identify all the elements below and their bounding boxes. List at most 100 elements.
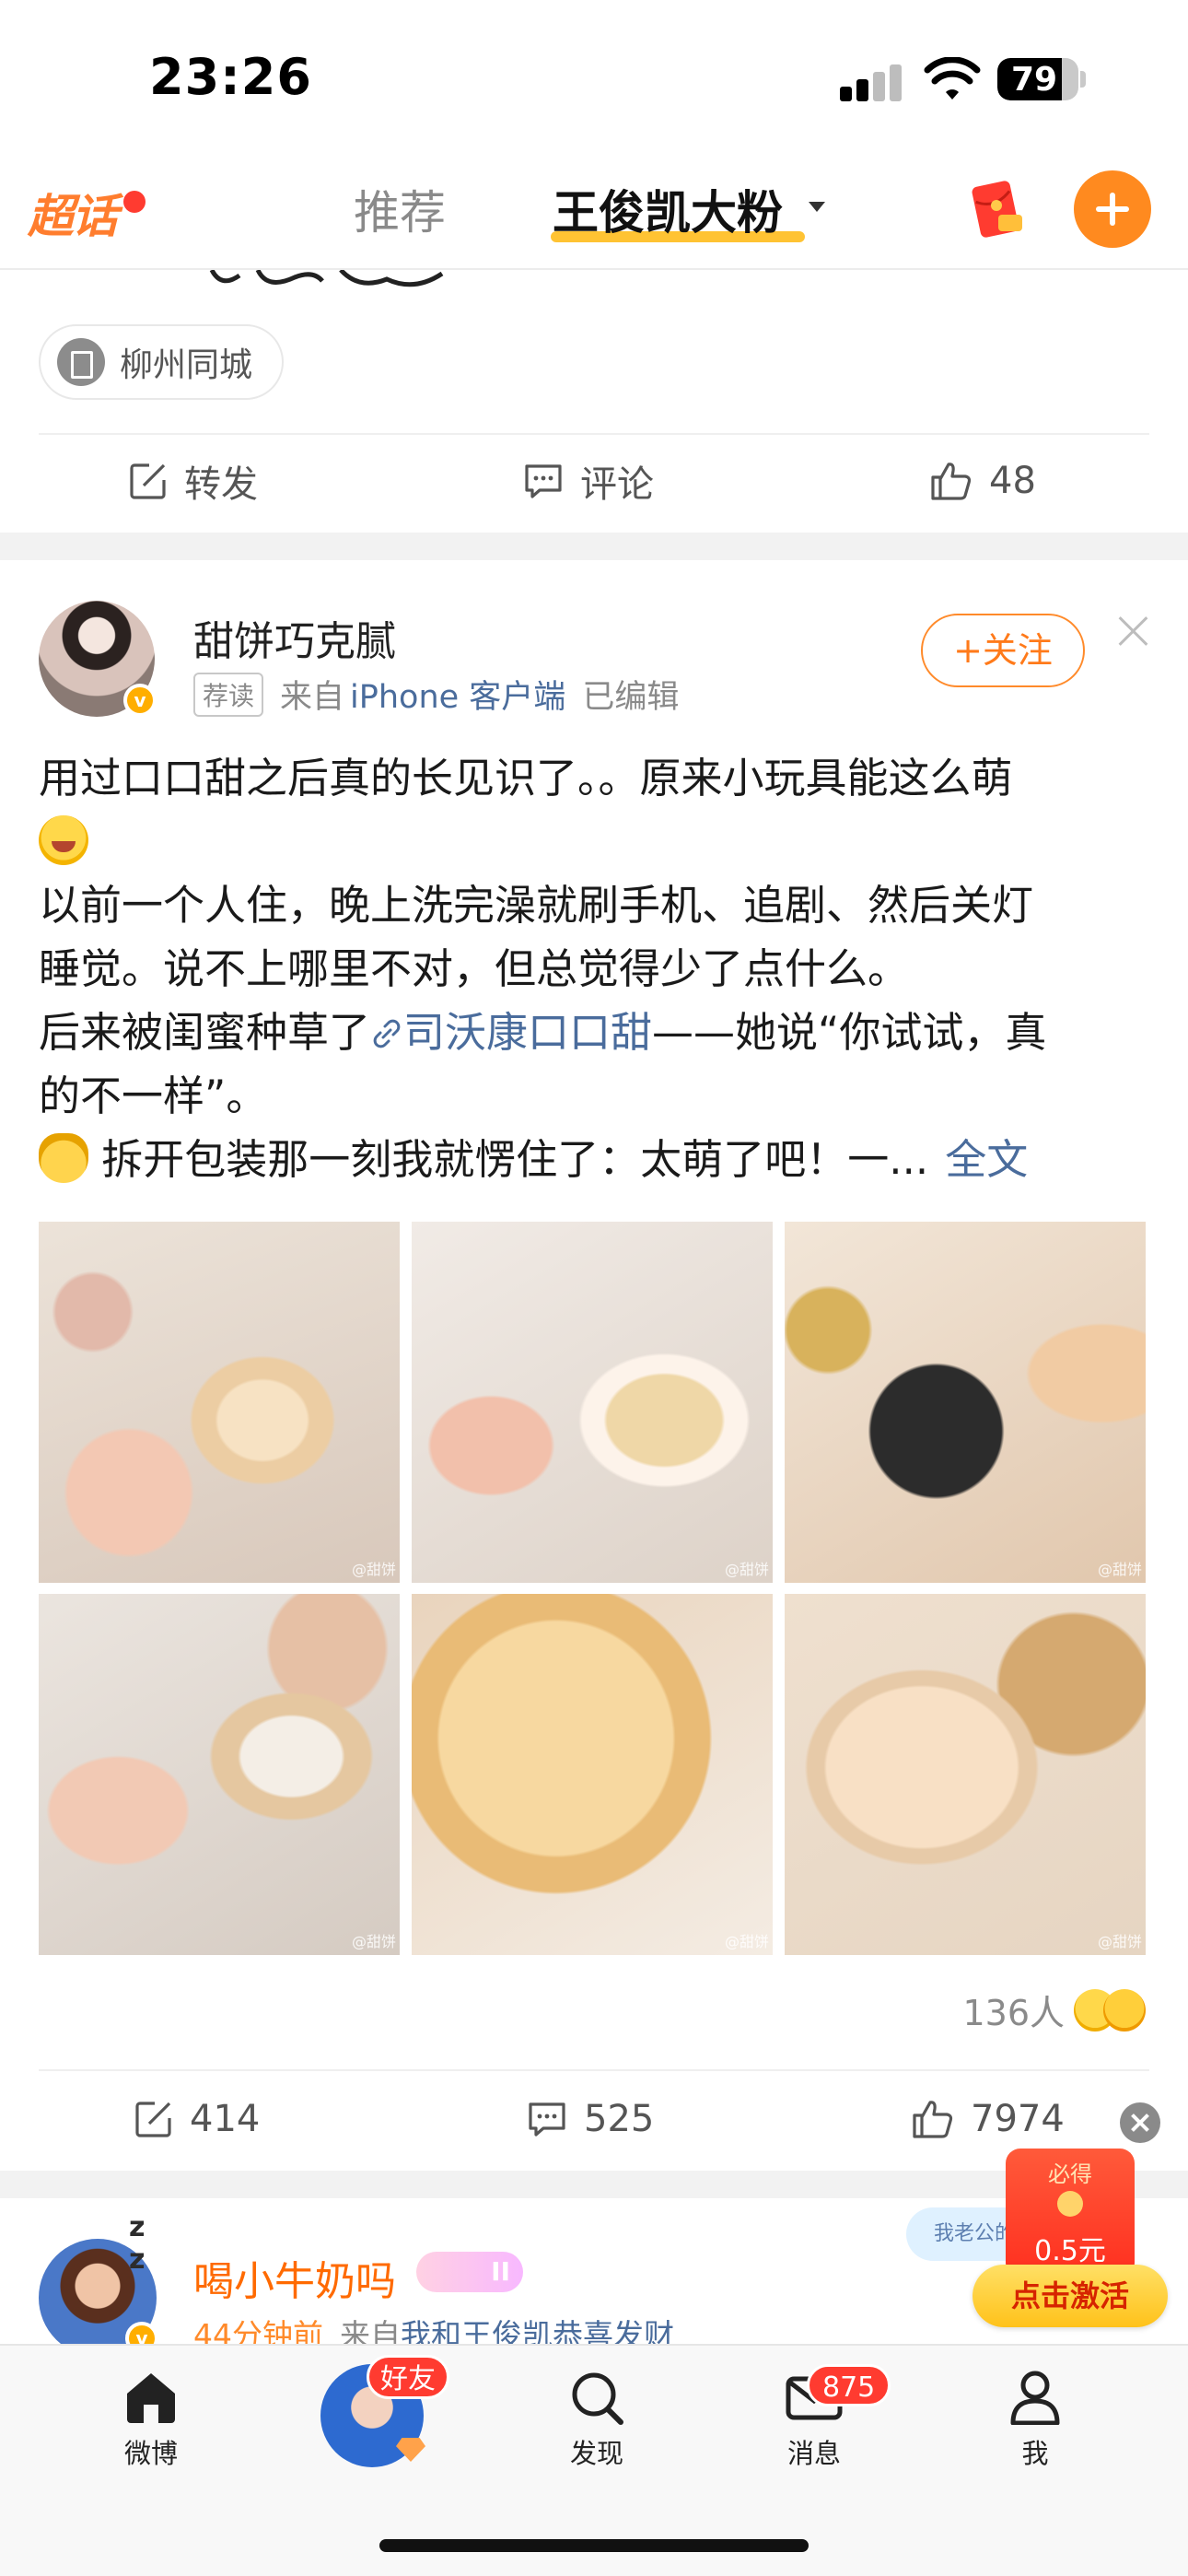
comment-count: 525	[584, 2098, 655, 2140]
status-time: 23:26	[149, 48, 312, 106]
post-line: 睡觉。说不上哪里不对，但总觉得少了点什么。	[39, 944, 910, 993]
plus-icon[interactable]	[1074, 170, 1151, 248]
promo-top-label: 必得	[1048, 2161, 1092, 2187]
building-icon	[57, 338, 105, 386]
prev-post-action-bar: 转发 评论 48	[0, 435, 1188, 527]
post-photo[interactable]: @甜饼	[412, 1594, 773, 1955]
smile-emoji-icon	[39, 815, 88, 865]
edit-icon	[135, 2102, 171, 2137]
post-meta: 荐读 来自 iPhone 客户端 已编辑	[193, 671, 679, 718]
sleep-icon: zz	[129, 2211, 146, 2276]
post-photo[interactable]: @甜饼	[785, 1222, 1146, 1583]
tab-recommend[interactable]: 推荐	[354, 176, 446, 242]
thumbs-up-icon	[913, 2101, 953, 2138]
supertopic-logo[interactable]: 超话	[28, 172, 146, 246]
feed-separator	[0, 533, 1188, 560]
tab-label: 微博	[123, 2438, 178, 2469]
signal-icon	[840, 64, 904, 101]
full-text-link[interactable]: 全文	[945, 1135, 1028, 1184]
home-indicator[interactable]	[379, 2539, 809, 2552]
repost-button[interactable]: 转发	[129, 435, 258, 527]
post-photo[interactable]: @甜饼	[39, 1222, 400, 1583]
source-link[interactable]: iPhone 客户端	[350, 671, 565, 718]
promo-amount: 0.5元	[1034, 2235, 1106, 2267]
person-icon	[1010, 2371, 1060, 2425]
friends-badge: 好友	[367, 2355, 449, 2399]
photo-watermark: @甜饼	[724, 1561, 769, 1578]
home-icon	[127, 2373, 175, 2423]
tab-me[interactable]: 我	[971, 2370, 1100, 2471]
location-label: 柳州同城	[120, 346, 253, 384]
like-button[interactable]: 48	[930, 435, 1036, 527]
message-count-badge: 875	[807, 2364, 891, 2406]
post-username[interactable]: 甜饼巧克腻	[193, 608, 396, 667]
post-line-emoji	[39, 810, 1149, 873]
photo-watermark: @甜饼	[1097, 1561, 1142, 1578]
edited-label: 已编辑	[582, 679, 680, 716]
post-body: 用过口口甜之后真的长见识了。。原来小玩具能这么萌 以前一个人住，晚上洗完澡就刷手…	[39, 746, 1149, 1191]
repost-button[interactable]: 414	[134, 2073, 260, 2165]
comment-button[interactable]: 评论	[523, 435, 654, 527]
tab-label: 消息	[786, 2438, 841, 2469]
wifi-icon	[924, 57, 981, 100]
repost-count: 414	[190, 2098, 261, 2140]
tab-discover[interactable]: 发现	[532, 2370, 661, 2471]
post-line: 后来被闺蜜种草了 司沃康口口甜——她说“你试试，真	[39, 1001, 1149, 1064]
post-image-fragment	[209, 270, 444, 287]
close-icon[interactable]	[1118, 615, 1149, 647]
post-text-segment: ——她说“你试试，真	[652, 1008, 1047, 1057]
close-icon[interactable]	[1120, 2102, 1160, 2143]
comment-button[interactable]: 525	[527, 2073, 654, 2165]
post-line: 以前一个人住，晚上洗完澡就刷手机、追剧、然后关灯	[39, 881, 1034, 930]
recommend-tag: 荐读	[193, 672, 264, 717]
photo-watermark: @甜饼	[1097, 1933, 1142, 1950]
red-envelope-icon: 必得 0.5元	[1006, 2149, 1135, 2277]
tab-wjk-fans[interactable]: 王俊凯大粉	[553, 176, 783, 242]
tab-messages[interactable]: 消息 875	[750, 2364, 891, 2471]
post-photo[interactable]: @甜饼	[785, 1594, 1146, 1955]
photo-watermark: @甜饼	[351, 1561, 396, 1578]
post-line: 拆开包装那一刻我就愣住了：太萌了吧！一... 全文	[39, 1128, 1149, 1191]
follow-button[interactable]: +关注	[921, 614, 1085, 687]
love-emoji-icon	[1103, 1988, 1146, 2032]
location-chip[interactable]: 柳州同城	[39, 324, 285, 400]
chevron-down-icon[interactable]	[809, 202, 825, 212]
cat-emoji-icon	[39, 1133, 88, 1183]
source-prefix: 来自	[280, 679, 345, 716]
notification-dot	[123, 191, 146, 213]
search-icon	[572, 2372, 623, 2425]
divider	[39, 2069, 1149, 2071]
post-line: 用过口口甜之后真的长见识了。。原来小玩具能这么萌	[39, 754, 1013, 802]
activate-button[interactable]: 点击激活	[973, 2265, 1168, 2327]
photo-watermark: @甜饼	[724, 1933, 769, 1950]
logo-text: 超话	[28, 190, 118, 243]
battery-tip	[1080, 71, 1086, 88]
fan-level-badge: II	[416, 2252, 523, 2292]
reactions-summary[interactable]: 136人	[962, 1985, 1146, 2035]
post-username[interactable]: 喝小牛奶吗	[193, 2248, 396, 2307]
coin-icon	[1057, 2191, 1083, 2217]
edit-icon	[130, 463, 166, 499]
topic-link[interactable]: 司沃康口口甜	[370, 1008, 652, 1057]
reactions-count: 136人	[962, 1993, 1065, 2033]
tab-label: 发现	[569, 2438, 623, 2469]
like-count: 48	[989, 460, 1036, 502]
tab-weibo[interactable]: 微博	[87, 2370, 215, 2471]
status-bar: 23:26 79	[0, 0, 1188, 152]
repost-label: 转发	[184, 463, 258, 506]
comment-label: 评论	[580, 463, 654, 506]
promo-widget[interactable]: 必得 0.5元 点击激活	[973, 2149, 1168, 2329]
post-text-segment: 拆开包装那一刻我就愣住了：太萌了吧！一...	[88, 1135, 929, 1184]
thumbs-up-icon	[931, 463, 972, 500]
post-photo[interactable]: @甜饼	[39, 1594, 400, 1955]
red-packet-icon[interactable]	[963, 178, 1028, 242]
battery-text: 79	[1010, 61, 1058, 99]
comment-icon	[529, 2102, 565, 2137]
tab-label: 我	[1021, 2438, 1049, 2469]
verified-badge: v	[123, 684, 157, 717]
link-icon	[373, 1019, 401, 1048]
comment-icon	[525, 464, 562, 498]
topic-link-text: 司沃康口口甜	[403, 1008, 653, 1057]
post-text-segment: 后来被闺蜜种草了	[39, 1008, 371, 1057]
post-photo[interactable]: @甜饼	[412, 1222, 773, 1583]
